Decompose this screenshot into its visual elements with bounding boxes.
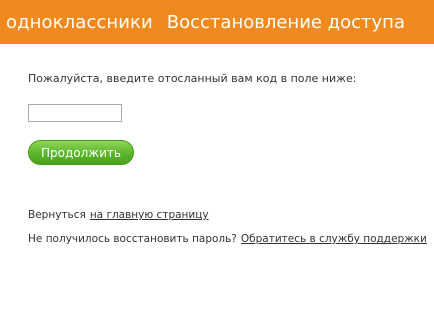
page-title: Восстановление доступа [166,11,405,33]
return-home-line: Вернуться на главную страницу [28,209,209,221]
support-prefix: Не получилось восстановить пароль? [28,233,237,245]
support-line: Не получилось восстановить пароль? Обрати… [28,233,427,245]
header-bar: одноклассники Восстановление доступа [0,0,434,44]
code-input[interactable] [28,104,122,122]
continue-button[interactable]: Продолжить [28,140,134,165]
code-instruction: Пожалуйста, введите отосланный вам код в… [28,72,357,85]
return-prefix: Вернуться [28,209,86,221]
home-page-link[interactable]: на главную страницу [90,209,209,221]
brand-logo-text[interactable]: одноклассники [6,12,153,33]
support-link[interactable]: Обратитесь в службу поддержки [241,233,427,245]
